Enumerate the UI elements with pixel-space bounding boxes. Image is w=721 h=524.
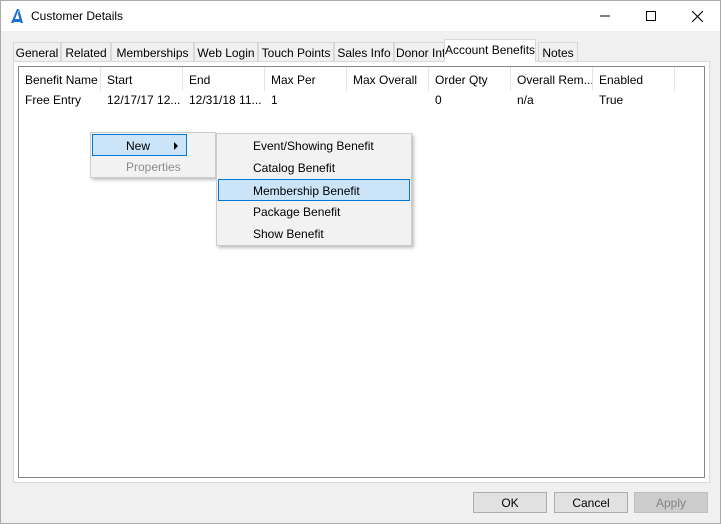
apply-button[interactable]: Apply	[634, 492, 708, 513]
maximize-icon	[646, 11, 656, 21]
column-max-overall[interactable]: Max Overall	[347, 67, 429, 91]
column-end[interactable]: End	[183, 67, 265, 91]
column-order-qty[interactable]: Order Qty	[429, 67, 511, 91]
column-max-per[interactable]: Max Per	[265, 67, 347, 91]
maximize-button[interactable]	[628, 1, 674, 31]
tab-memberships[interactable]: Memberships	[111, 42, 194, 62]
menu-item-catalog-benefit[interactable]: Catalog Benefit	[218, 157, 410, 179]
column-benefit-name[interactable]: Benefit Name	[19, 67, 101, 91]
tab-general[interactable]: General	[13, 42, 61, 62]
tab-account-benefits[interactable]: Account Benefits	[444, 39, 536, 62]
table-row[interactable]: Free Entry 12/17/17 12... 12/31/18 11...…	[19, 91, 704, 111]
tab-related[interactable]: Related	[61, 42, 111, 62]
cell-end: 12/31/18 11...	[189, 93, 262, 107]
cell-order-qty: 0	[435, 93, 442, 107]
account-benefits-panel: Benefit Name Start End Max Per Max Overa…	[13, 61, 710, 483]
cell-start: 12/17/17 12...	[107, 93, 181, 107]
tab-notes[interactable]: Notes	[538, 42, 578, 62]
menu-item-new[interactable]: New	[92, 134, 187, 156]
benefits-list[interactable]: Benefit Name Start End Max Per Max Overa…	[18, 66, 705, 478]
menu-item-properties[interactable]: Properties	[92, 156, 214, 178]
submenu-arrow-icon	[174, 142, 178, 150]
menu-item-show-benefit[interactable]: Show Benefit	[218, 223, 410, 245]
minimize-button[interactable]	[582, 1, 628, 31]
new-submenu: Event/Showing Benefit Catalog Benefit Me…	[216, 133, 412, 246]
tab-sales-info[interactable]: Sales Info	[334, 42, 394, 62]
column-enabled[interactable]: Enabled	[593, 67, 675, 91]
column-start[interactable]: Start	[101, 67, 183, 91]
ok-button[interactable]: OK	[473, 492, 547, 513]
menu-item-membership-benefit[interactable]: Membership Benefit	[218, 179, 410, 201]
title-bar[interactable]: Customer Details	[1, 1, 720, 31]
cancel-button[interactable]: Cancel	[554, 492, 628, 513]
menu-item-event-showing-benefit[interactable]: Event/Showing Benefit	[218, 135, 410, 157]
list-header: Benefit Name Start End Max Per Max Overa…	[19, 67, 704, 91]
menu-item-package-benefit[interactable]: Package Benefit	[218, 201, 410, 223]
cell-max-per: 1	[271, 93, 278, 107]
tab-web-login[interactable]: Web Login	[194, 42, 258, 62]
app-logo-icon	[9, 8, 25, 24]
window-title: Customer Details	[31, 9, 124, 23]
cell-enabled: True	[599, 93, 624, 107]
cell-overall-remaining: n/a	[517, 93, 534, 107]
customer-details-window: Customer Details General Related Members…	[0, 0, 721, 524]
menu-item-new-label: New	[126, 139, 151, 153]
close-button[interactable]	[674, 1, 720, 31]
cell-benefit-name: Free Entry	[25, 93, 82, 107]
column-overall-remaining[interactable]: Overall Rem...	[511, 67, 593, 91]
minimize-icon	[600, 15, 610, 17]
context-menu: New Properties	[90, 132, 216, 178]
tab-touch-points[interactable]: Touch Points	[258, 42, 334, 62]
close-icon	[691, 10, 703, 22]
